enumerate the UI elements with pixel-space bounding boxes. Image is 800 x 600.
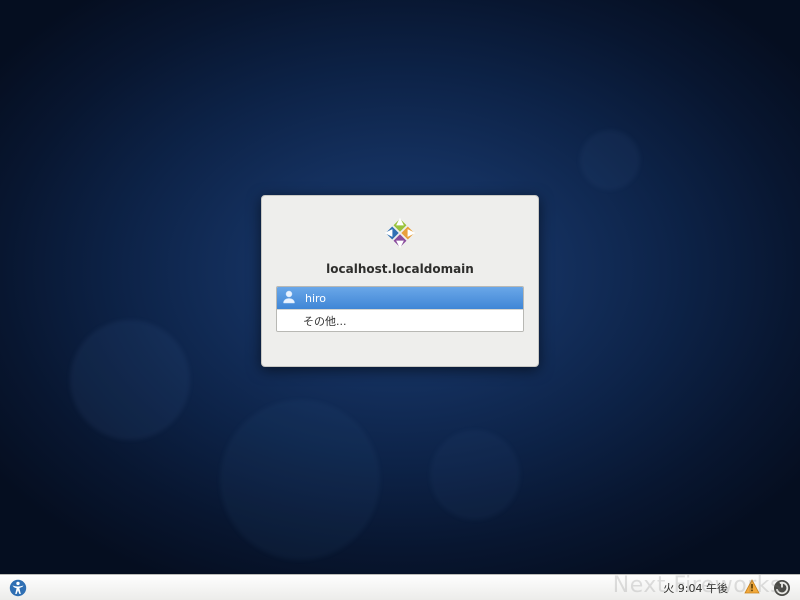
centos-logo-icon [377,210,423,256]
login-panel: localhost.localdomain hiro その他... [261,195,539,367]
hostname-label: localhost.localdomain [276,262,524,276]
bottom-panel: 火 9:04 午後 [0,574,800,600]
bokeh-decoration [580,130,640,190]
user-row-label: hiro [305,292,517,305]
user-list: hiro その他... [276,286,524,332]
bokeh-decoration [430,430,520,520]
user-row-other[interactable]: その他... [277,309,523,331]
other-users-label: その他... [281,313,517,329]
user-icon [281,289,297,308]
distro-logo [276,210,524,256]
panel-clock[interactable]: 火 9:04 午後 [659,580,732,596]
battery-warning-icon[interactable] [742,578,762,598]
desktop-background: localhost.localdomain hiro その他... [0,0,800,600]
accessibility-icon[interactable] [8,578,28,598]
bokeh-decoration [70,320,190,440]
bokeh-decoration [220,400,380,560]
power-icon[interactable] [772,578,792,598]
user-row-hiro[interactable]: hiro [277,287,523,309]
